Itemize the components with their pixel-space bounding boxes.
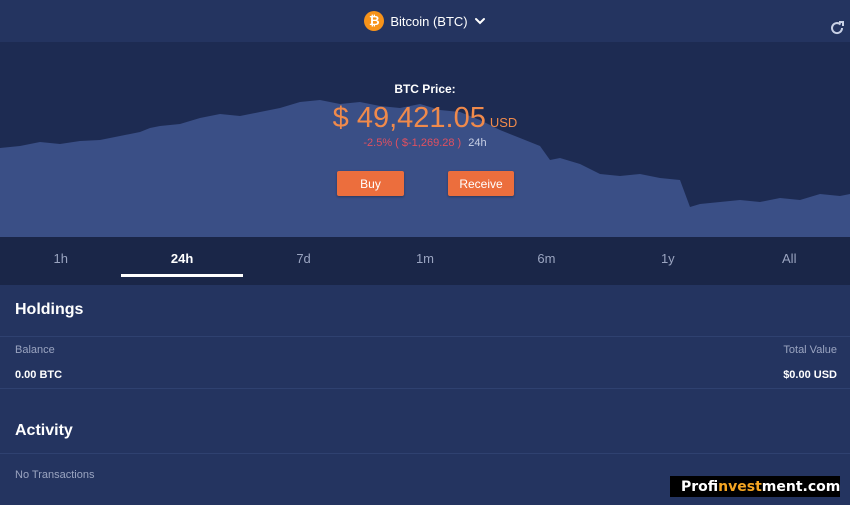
asset-selector[interactable]: ₿ Bitcoin (BTC) (0, 10, 850, 32)
tab-24h[interactable]: 24h (121, 237, 244, 285)
chevron-down-icon (474, 15, 486, 27)
price-line: $ 49,421.05 USD (0, 102, 850, 135)
total-value-label: Total Value (783, 344, 837, 356)
activity-divider (0, 453, 850, 454)
balance-label: Balance (15, 344, 55, 356)
price-value: $ 49,421.05 (332, 102, 486, 134)
watermark-suffix: ment.com (761, 478, 841, 495)
price-change: -2.5% ( $-1,269.28 ) 24h (0, 137, 850, 149)
bitcoin-icon: ₿ (364, 11, 385, 31)
watermark-accent: invest (718, 478, 762, 495)
price-label: BTC Price: (394, 82, 456, 96)
watermark-prefix: Prof (681, 478, 719, 495)
receive-button[interactable]: Receive (448, 171, 514, 196)
price-currency: USD (489, 115, 518, 130)
change-period: 24h (468, 137, 487, 149)
details-panel: Holdings Balance Total Value 0.00 BTC $0… (0, 287, 850, 505)
price-hero: ₿ Bitcoin (BTC) BTC Price: $ 49,421.05 U… (0, 0, 850, 237)
tab-1h[interactable]: 1h (0, 237, 121, 285)
activity-title: Activity (15, 422, 73, 439)
holdings-divider (0, 336, 850, 337)
watermark-text: Profinvestment.com (681, 479, 840, 495)
price-summary: BTC Price: $ 49,421.05 USD -2.5% ( $-1,2… (0, 82, 850, 149)
tab-all[interactable]: All (729, 237, 850, 285)
total-value: $0.00 USD (783, 369, 837, 381)
change-absolute: ( $-1,269.28 ) (395, 137, 462, 149)
no-transactions-text: No Transactions (15, 469, 95, 481)
change-percent: -2.5% (363, 137, 393, 149)
refresh-icon[interactable] (828, 19, 846, 37)
balance-value: 0.00 BTC (15, 369, 63, 381)
tab-6m[interactable]: 6m (486, 237, 607, 285)
asset-selector-label: Bitcoin (BTC) (390, 13, 468, 29)
buy-button[interactable]: Buy (337, 171, 404, 196)
profinvestment-watermark: Profinvestment.com (670, 476, 840, 497)
tab-7d[interactable]: 7d (243, 237, 364, 285)
tab-1y[interactable]: 1y (607, 237, 728, 285)
tab-1m[interactable]: 1m (364, 237, 485, 285)
holdings-bottom-divider (0, 388, 850, 389)
holdings-title: Holdings (15, 301, 84, 318)
timeframe-tabs: 1h 24h 7d 1m 6m 1y All (0, 237, 850, 285)
